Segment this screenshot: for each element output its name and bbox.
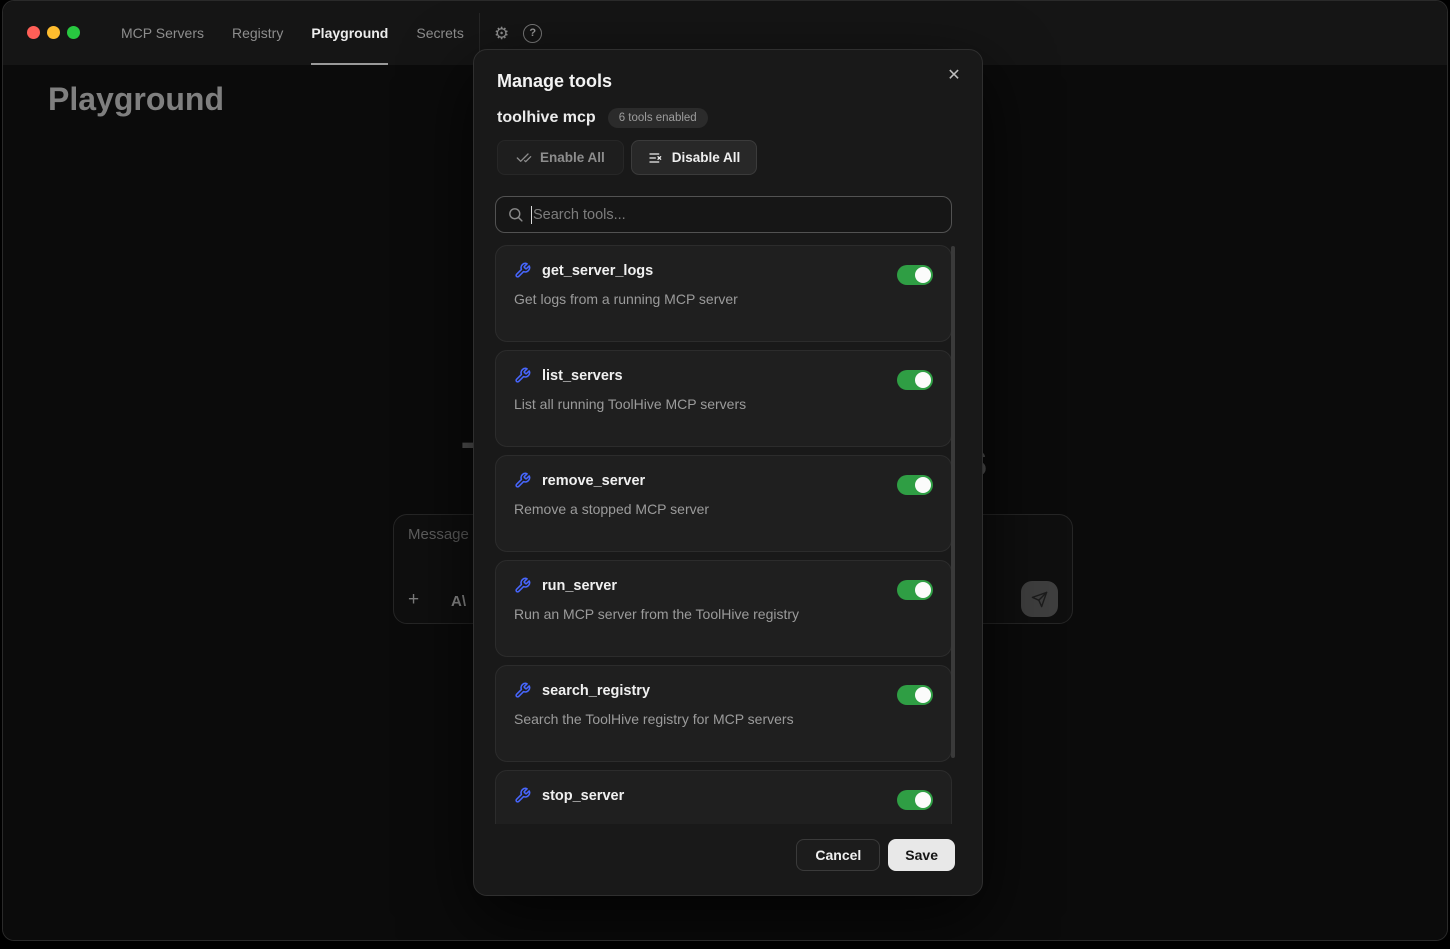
tool-name: run_server [542,578,617,594]
text-caret [531,206,532,224]
nav-tab-playground-label: Playground [311,25,388,41]
tool-card: run_server Run an MCP server from the To… [495,560,952,657]
composer-placeholder: Message ( [408,526,478,543]
traffic-lights [27,26,80,39]
tool-description: List all running ToolHive MCP servers [514,396,933,412]
disable-all-button[interactable]: Disable All [631,140,758,175]
tool-name: remove_server [542,473,645,489]
disable-all-label: Disable All [672,150,741,165]
toggle-knob [915,372,931,388]
tool-head: list_servers [514,367,933,384]
wrench-icon [514,367,531,384]
minimize-window-button[interactable] [47,26,60,39]
bulk-actions: Enable All Disable All [497,140,757,175]
wrench-icon [514,787,531,804]
tool-list[interactable]: get_server_logs Get logs from a running … [495,245,952,824]
tool-description: Remove a stopped MCP server [514,501,933,517]
tool-head: get_server_logs [514,262,933,279]
tool-name: stop_server [542,788,624,804]
nav-tab-mcp-servers[interactable]: MCP Servers [121,1,204,65]
scrollbar-thumb[interactable] [951,246,955,758]
tool-card: get_server_logs Get logs from a running … [495,245,952,342]
toggle-knob [915,687,931,703]
zoom-window-button[interactable] [67,26,80,39]
tool-description: Search the ToolHive registry for MCP ser… [514,711,933,727]
text-format-icon[interactable]: A\ [451,594,466,609]
attach-plus-icon[interactable]: + [408,590,419,609]
tool-card: stop_server [495,770,952,824]
close-window-button[interactable] [27,26,40,39]
toggle-knob [915,582,931,598]
tool-toggle[interactable] [897,265,933,285]
toggle-knob [915,792,931,808]
nav-tab-secrets[interactable]: Secrets [416,1,463,65]
titlebar-divider [479,13,480,53]
tool-description: Get logs from a running MCP server [514,291,933,307]
tool-toggle[interactable] [897,580,933,600]
manage-tools-dialog: ✕ Manage tools toolhive mcp 6 tools enab… [473,49,983,896]
nav-tab-registry[interactable]: Registry [232,1,283,65]
check-check-icon [516,150,532,166]
save-button[interactable]: Save [888,839,955,871]
main-nav: MCP Servers Registry Playground Secrets [121,1,464,65]
tool-head: run_server [514,577,933,594]
tool-name: search_registry [542,683,650,699]
help-icon[interactable]: ? [523,24,542,43]
tool-card: remove_server Remove a stopped MCP serve… [495,455,952,552]
server-name: toolhive mcp [497,109,596,127]
tool-card: list_servers List all running ToolHive M… [495,350,952,447]
wrench-icon [514,577,531,594]
tool-toggle[interactable] [897,475,933,495]
tool-name: get_server_logs [542,263,653,279]
dialog-footer: Cancel Save [796,839,955,871]
search-field [495,196,952,233]
tool-toggle[interactable] [897,370,933,390]
tool-card: search_registry Search the ToolHive regi… [495,665,952,762]
server-row: toolhive mcp 6 tools enabled [497,108,708,128]
dialog-title: Manage tools [497,71,612,92]
search-input[interactable] [496,197,951,232]
app-window: MCP Servers Registry Playground Secrets … [2,0,1448,941]
tool-name: list_servers [542,368,623,384]
close-icon[interactable]: ✕ [942,64,966,88]
tool-head: search_registry [514,682,933,699]
list-x-icon [648,150,664,166]
toggle-knob [915,267,931,283]
wrench-icon [514,262,531,279]
enable-all-label: Enable All [540,150,605,165]
toggle-knob [915,477,931,493]
tool-toggle[interactable] [897,685,933,705]
nav-tab-playground[interactable]: Playground [311,1,388,65]
wrench-icon [514,682,531,699]
tool-head: stop_server [514,787,933,804]
tool-head: remove_server [514,472,933,489]
tool-toggle[interactable] [897,790,933,810]
send-paper-plane-icon [1031,591,1048,608]
enable-all-button[interactable]: Enable All [497,140,624,175]
settings-gear-icon[interactable]: ⚙ [494,25,509,42]
send-button[interactable] [1021,581,1058,617]
wrench-icon [514,472,531,489]
page-title: Playground [48,81,224,118]
cancel-button[interactable]: Cancel [796,839,880,871]
tool-description: Run an MCP server from the ToolHive regi… [514,606,933,622]
tools-enabled-badge: 6 tools enabled [608,108,708,128]
